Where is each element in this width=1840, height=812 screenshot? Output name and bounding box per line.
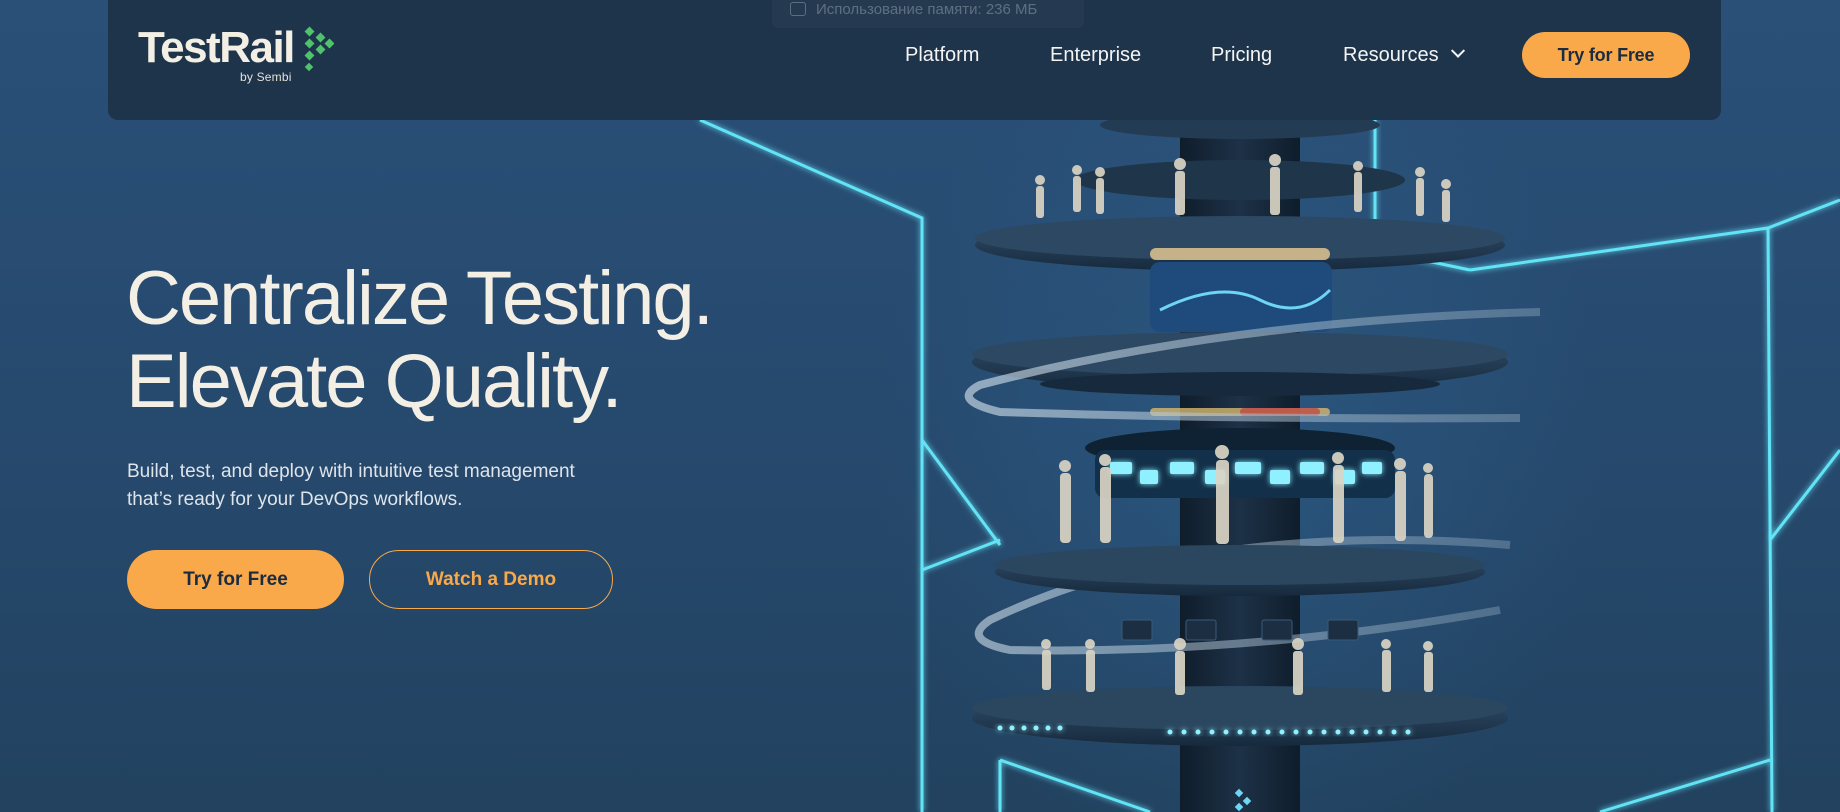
chevron-down-icon bbox=[1450, 43, 1465, 58]
hero-title-line-2: Elevate Quality. bbox=[126, 339, 623, 424]
header-try-free-button[interactable]: Try for Free bbox=[1522, 32, 1690, 78]
hero-subtitle-line-1: Build, test, and deploy with intuitive t… bbox=[127, 461, 575, 482]
page: Использование памяти: 236 МБ TestRail by… bbox=[0, 0, 1840, 812]
hero-subtitle: Build, test, and deploy with intuitive t… bbox=[127, 458, 647, 514]
memory-usage-tooltip: Использование памяти: 236 МБ bbox=[772, 0, 1084, 28]
nav-item-resources[interactable]: Resources bbox=[1343, 42, 1465, 68]
hero-title-line-1: Centralize Testing. bbox=[126, 256, 714, 341]
hero-try-free-button[interactable]: Try for Free bbox=[127, 550, 344, 609]
nav-item-platform[interactable]: Platform bbox=[905, 42, 979, 68]
nav-item-pricing[interactable]: Pricing bbox=[1211, 42, 1272, 68]
hero-subtitle-line-2: that’s ready for your DevOps workflows. bbox=[127, 489, 463, 510]
nav-item-enterprise[interactable]: Enterprise bbox=[1050, 42, 1141, 68]
memory-usage-text: Использование памяти: 236 МБ bbox=[816, 1, 1038, 18]
memory-icon bbox=[790, 2, 806, 16]
nav-item-resources-label: Resources bbox=[1343, 44, 1439, 66]
hero-title: Centralize Testing. Elevate Quality. bbox=[126, 256, 714, 424]
watch-demo-button[interactable]: Watch a Demo bbox=[369, 550, 613, 609]
